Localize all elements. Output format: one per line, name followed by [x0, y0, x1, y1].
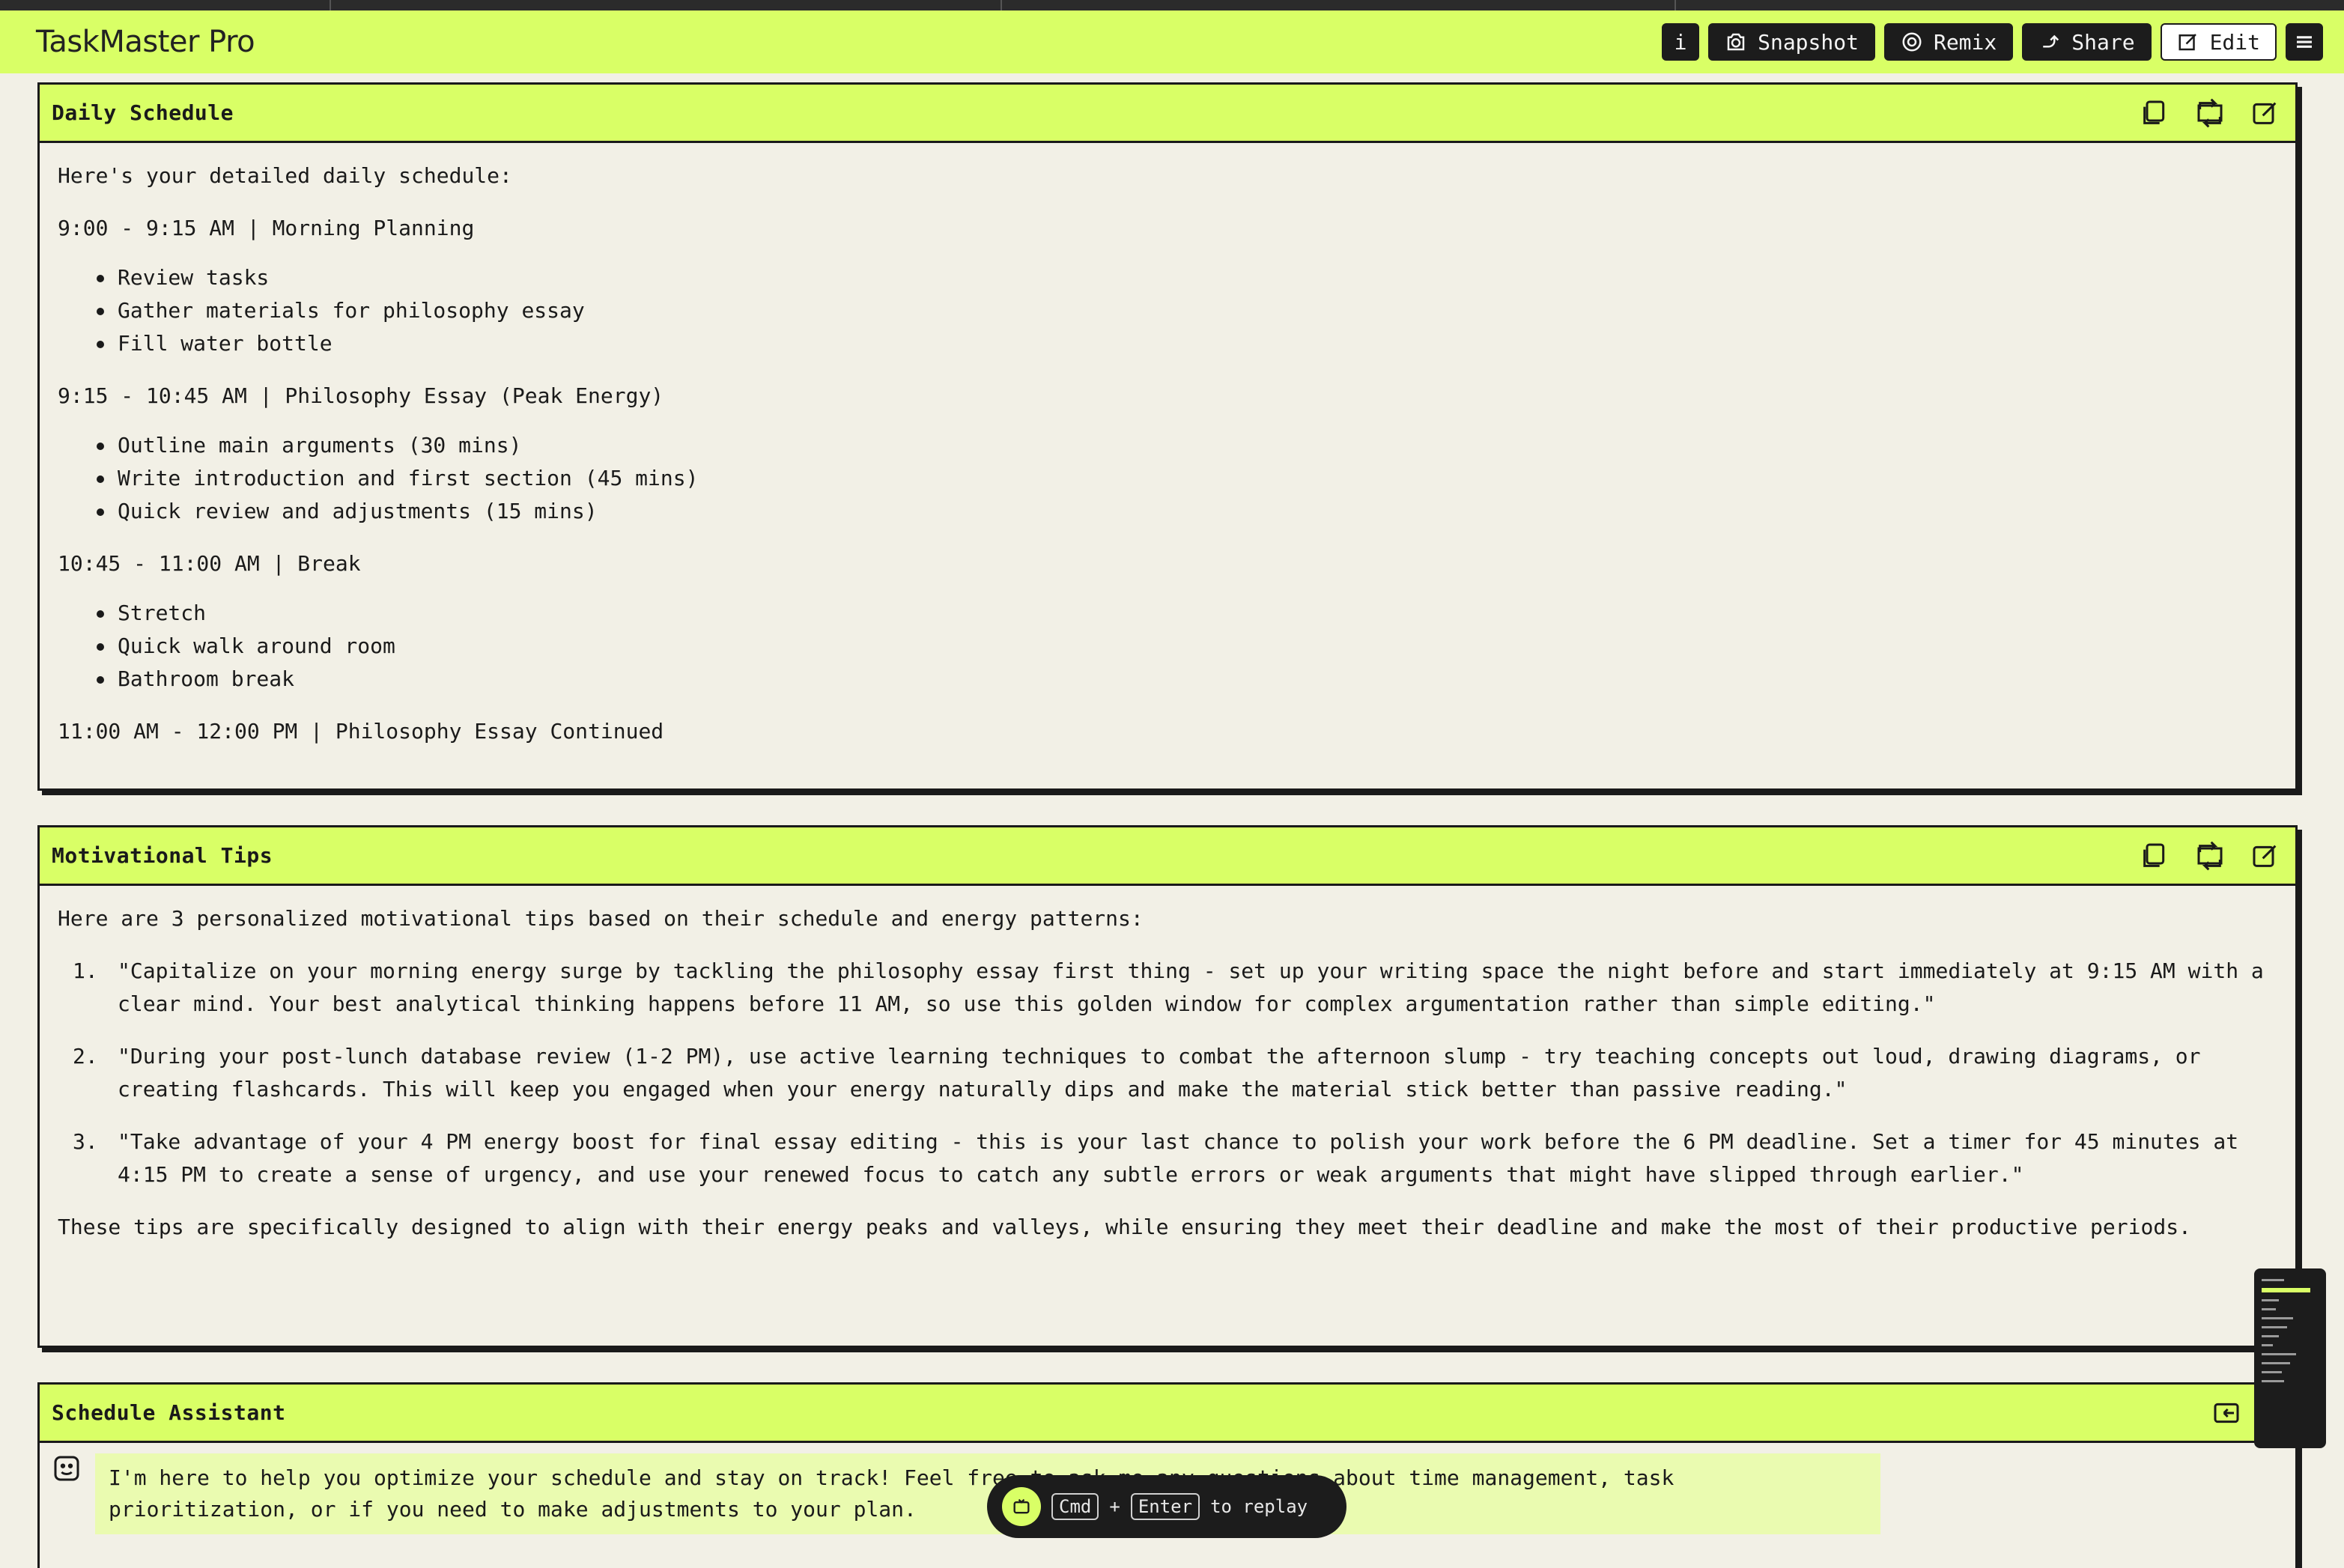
- bot-face-icon: [54, 1456, 79, 1481]
- daily-schedule-panel: Daily Schedule Here's your detailed dail…: [37, 82, 2298, 791]
- schedule-block-heading: 11:00 AM - 12:00 PM | Philosophy Essay C…: [58, 719, 664, 744]
- schedule-intro: Here's your detailed daily schedule:: [58, 163, 512, 188]
- replay-button[interactable]: [1002, 1487, 1041, 1526]
- tab-divider: [1674, 0, 1676, 10]
- panel-header: Daily Schedule: [40, 85, 2295, 143]
- kbd-plus: +: [1109, 1496, 1120, 1517]
- share-button[interactable]: Share: [2022, 23, 2152, 61]
- menu-button[interactable]: [2286, 23, 2323, 61]
- remix-label: Remix: [1933, 29, 1997, 55]
- panel-header: Schedule Assistant: [40, 1385, 2295, 1443]
- tip-text: "During your post-lunch database review …: [118, 1044, 2201, 1101]
- hamburger-icon: [2297, 36, 2312, 48]
- list-item: Quick review and adjustments (15 mins): [58, 495, 2277, 528]
- list-number: 1.: [73, 958, 98, 983]
- tip-text: "Capitalize on your morning energy surge…: [118, 958, 2264, 1016]
- info-button[interactable]: i: [1662, 23, 1700, 61]
- edit-button[interactable]: Edit: [2160, 23, 2277, 61]
- schedule-block-heading: 10:45 - 11:00 AM | Break: [58, 551, 361, 576]
- panel-title: Schedule Assistant: [52, 1400, 286, 1425]
- motivational-tips-panel: Motivational Tips Here are 3 personalize…: [37, 825, 2298, 1348]
- replay-text: to replay: [1210, 1496, 1308, 1517]
- list-item: 3. "Take advantage of your 4 PM energy b…: [58, 1125, 2277, 1191]
- schedule-block-heading: 9:00 - 9:15 AM | Morning Planning: [58, 216, 475, 240]
- list-item: Fill water bottle: [58, 327, 2277, 360]
- edit-icon[interactable]: [2250, 841, 2280, 871]
- camera-icon: [1727, 33, 1745, 51]
- tips-content: Here are 3 personalized motivational tip…: [40, 886, 2295, 1280]
- refresh-icon[interactable]: [2195, 841, 2225, 871]
- list-item: Review tasks: [58, 261, 2277, 294]
- replay-icon: [1013, 1498, 1030, 1514]
- arrow-up-right-icon: [2043, 34, 2059, 48]
- list-item: Outline main arguments (30 mins): [58, 429, 2277, 462]
- list-number: 3.: [73, 1129, 98, 1154]
- list-item: 2. "During your post-lunch database revi…: [58, 1040, 2277, 1106]
- list-item: Stretch: [58, 597, 2277, 630]
- schedule-block-items: Stretch Quick walk around room Bathroom …: [58, 597, 2277, 696]
- tips-list: 1. "Capitalize on your morning energy su…: [58, 955, 2277, 1191]
- kbd-enter: Enter: [1130, 1493, 1200, 1520]
- toolbar: i Snapshot Remix Share Edit: [1662, 23, 2323, 61]
- schedule-block-items: Outline main arguments (30 mins) Write i…: [58, 429, 2277, 528]
- list-item: 1. "Capitalize on your morning energy su…: [58, 955, 2277, 1021]
- copy-icon[interactable]: [2140, 98, 2170, 128]
- assistant-message-bubble: I'm here to help you optimize your sched…: [95, 1453, 1880, 1534]
- panel-actions: [2140, 841, 2283, 871]
- list-item: Quick walk around room: [58, 630, 2277, 663]
- schedule-block-items: Review tasks Gather materials for philos…: [58, 261, 2277, 360]
- edit-label: Edit: [2209, 29, 2260, 55]
- snapshot-button[interactable]: Snapshot: [1708, 23, 1875, 61]
- panel-title: Motivational Tips: [52, 843, 273, 868]
- schedule-block-heading: 9:15 - 10:45 AM | Philosophy Essay (Peak…: [58, 383, 664, 408]
- list-item: Bathroom break: [58, 663, 2277, 696]
- panel-actions: [2140, 98, 2283, 128]
- tips-intro: Here are 3 personalized motivational tip…: [58, 906, 1144, 931]
- schedule-content: Here's your detailed daily schedule: 9:0…: [40, 143, 2295, 784]
- panel-title: Daily Schedule: [52, 100, 234, 125]
- pencil-square-icon: [2178, 34, 2196, 51]
- edit-icon[interactable]: [2250, 98, 2280, 128]
- tab-divider: [330, 0, 331, 10]
- remix-icon: [1902, 32, 1922, 52]
- list-item: Write introduction and first section (45…: [58, 462, 2277, 495]
- app-header: TaskMaster Pro i Snapshot Remix Share Ed…: [0, 10, 2344, 73]
- snapshot-label: Snapshot: [1758, 29, 1859, 55]
- kbd-cmd: Cmd: [1051, 1493, 1099, 1520]
- refresh-icon[interactable]: [2195, 98, 2225, 128]
- browser-tab-strip: [0, 0, 2344, 10]
- tips-outro: These tips are specifically designed to …: [58, 1215, 2191, 1239]
- share-label: Share: [2071, 29, 2135, 55]
- replay-hint: Cmd + Enter to replay: [987, 1475, 1346, 1538]
- page-minimap[interactable]: [2254, 1268, 2326, 1448]
- info-label: i: [1674, 29, 1687, 55]
- copy-icon[interactable]: [2140, 841, 2170, 871]
- tab-divider: [1001, 0, 1002, 10]
- collapse-icon[interactable]: [2211, 1398, 2241, 1428]
- remix-button[interactable]: Remix: [1883, 23, 2014, 61]
- list-item: Gather materials for philosophy essay: [58, 294, 2277, 327]
- tip-text: "Take advantage of your 4 PM energy boos…: [118, 1129, 2239, 1187]
- panel-header: Motivational Tips: [40, 827, 2295, 886]
- app-title: TaskMaster Pro: [36, 25, 255, 59]
- list-number: 2.: [73, 1044, 98, 1069]
